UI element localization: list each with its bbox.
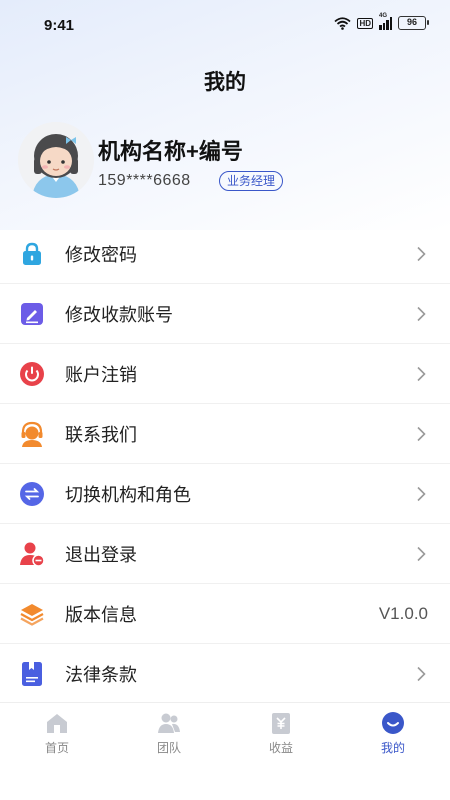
menu-item-label: 法律条款	[65, 664, 137, 685]
menu-item-cancel-account[interactable]: 账户注销	[0, 344, 450, 404]
phone-number: 159****6668	[98, 172, 191, 189]
hd-badge: HD	[357, 17, 373, 29]
chevron-right-icon	[417, 486, 426, 502]
logout-user-icon	[20, 542, 45, 567]
menu-item-label: 版本信息	[65, 604, 137, 625]
avatar[interactable]	[18, 122, 94, 198]
menu-item-switch-org-role[interactable]: 切换机构和角色	[0, 464, 450, 524]
power-icon	[20, 362, 44, 386]
tab-team[interactable]: 团队	[129, 711, 209, 756]
battery-icon: 96	[398, 16, 429, 30]
org-name: 机构名称+编号	[98, 139, 243, 164]
network-label: 4G	[379, 12, 388, 19]
menu-item-label: 切换机构和角色	[65, 484, 191, 505]
tab-home[interactable]: 首页	[17, 711, 97, 756]
edit-icon	[21, 303, 43, 325]
status-bar: 9:41 HD 4G 96	[0, 0, 450, 52]
profile-card[interactable]: 机构名称+编号 159****6668 业务经理	[18, 122, 438, 198]
document-icon	[22, 662, 42, 686]
menu-item-change-payee-account[interactable]: 修改收款账号	[0, 284, 450, 344]
headset-icon	[21, 421, 43, 447]
chevron-right-icon	[417, 666, 426, 682]
chevron-right-icon	[417, 246, 426, 262]
girl-avatar-icon	[18, 122, 94, 198]
tab-profile[interactable]: 我的	[353, 711, 433, 756]
menu-item-label: 修改密码	[65, 244, 137, 265]
wifi-icon	[334, 16, 352, 30]
status-icons: HD 4G 96	[334, 13, 429, 30]
menu-item-version-info[interactable]: 版本信息 V1.0.0	[0, 584, 450, 644]
version-value: V1.0.0	[378, 603, 428, 623]
status-time: 9:41	[44, 17, 75, 34]
menu-item-label: 退出登录	[65, 544, 137, 565]
menu-item-label: 联系我们	[65, 424, 137, 445]
swap-icon	[20, 482, 44, 506]
tab-label: 收益	[268, 741, 293, 755]
chevron-right-icon	[417, 306, 426, 322]
menu-item-label: 修改收款账号	[65, 304, 173, 325]
team-icon	[158, 713, 180, 733]
menu-item-change-password[interactable]: 修改密码	[0, 224, 450, 284]
battery-level: 96	[406, 17, 417, 27]
page-title: 我的	[204, 71, 246, 94]
tab-label: 团队	[156, 741, 181, 755]
menu-item-logout[interactable]: 退出登录	[0, 524, 450, 584]
menu-item-legal-terms[interactable]: 法律条款	[0, 644, 450, 704]
menu-item-contact-us[interactable]: 联系我们	[0, 404, 450, 464]
layers-icon	[20, 604, 44, 626]
lock-icon	[23, 242, 41, 265]
tab-label: 首页	[44, 741, 69, 755]
settings-menu: 修改密码 修改收款账号 账户注销 联系我们 切换机构和角色 退出登录 版本信息 …	[0, 224, 450, 704]
signal-icon: 4G	[379, 13, 392, 30]
menu-item-label: 账户注销	[65, 364, 137, 385]
profile-icon	[382, 712, 404, 734]
home-icon	[47, 714, 67, 733]
income-icon	[272, 713, 290, 734]
chevron-right-icon	[417, 366, 426, 382]
chevron-right-icon	[417, 426, 426, 442]
tab-label: 我的	[380, 741, 405, 755]
bottom-tab-bar: 首页 团队 收益 我的	[0, 702, 450, 800]
tab-income[interactable]: 收益	[241, 711, 321, 756]
role-badge: 业务经理	[219, 171, 284, 191]
chevron-right-icon	[417, 546, 426, 562]
